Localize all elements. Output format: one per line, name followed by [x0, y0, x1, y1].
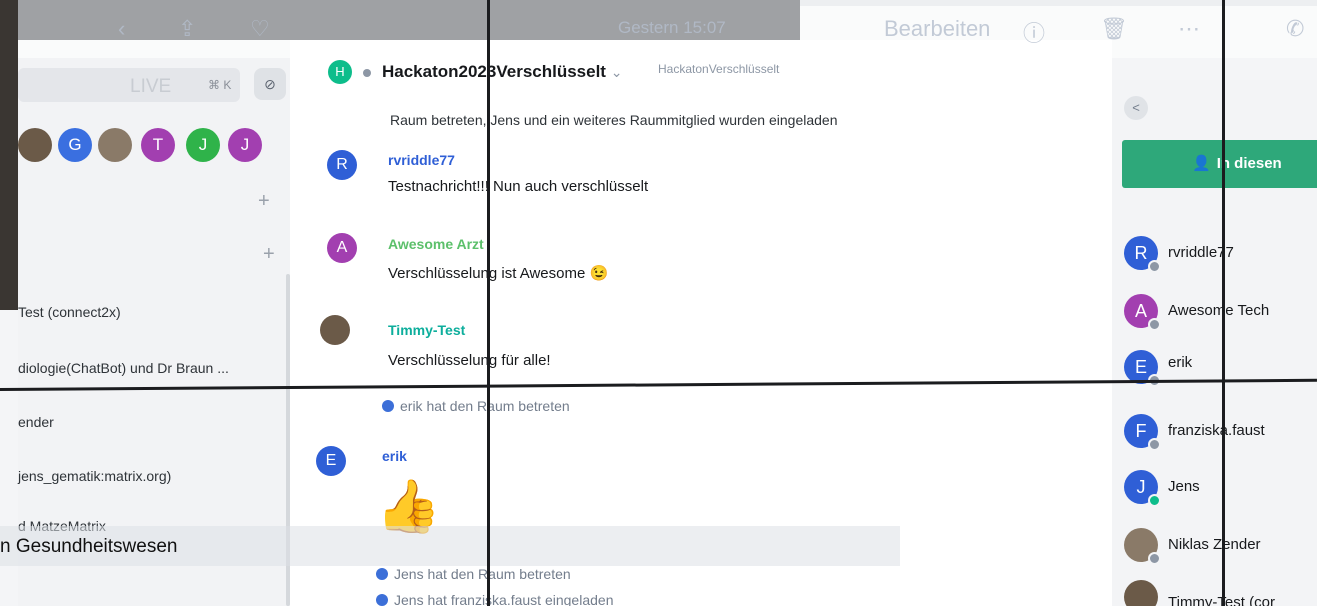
- member-item[interactable]: Niklas Zender: [1124, 528, 1317, 568]
- sender-name[interactable]: Timmy-Test: [388, 322, 465, 338]
- add-dm-icon[interactable]: +: [263, 243, 275, 266]
- encryption-shield-icon: [363, 69, 371, 77]
- room-list-item[interactable]: Test (connect2x): [18, 304, 121, 320]
- member-name: Awesome Tech: [1168, 302, 1270, 319]
- info-icon[interactable]: ⓘ: [1023, 16, 1045, 48]
- phone-icon[interactable]: ✆: [1286, 16, 1304, 42]
- member-item[interactable]: Timmy-Test (cor: [1124, 580, 1317, 606]
- avatar: [1124, 580, 1158, 606]
- back-chevron-icon[interactable]: ‹: [118, 16, 125, 42]
- room-timeline: H Hackaton2023Verschlüsselt ⌄ HackatonVe…: [290, 40, 1112, 606]
- room-list-item[interactable]: ender: [18, 414, 54, 430]
- space-avatar[interactable]: J: [186, 128, 220, 162]
- room-list-item[interactable]: diologie(ChatBot) und Dr Braun ...: [18, 360, 229, 376]
- member-item[interactable]: A Awesome Tech: [1124, 294, 1317, 334]
- explore-rooms-button[interactable]: ⊘: [254, 68, 286, 100]
- member-list-panel: < 👤 In diesen R rvriddle77 A Awesome Tech…: [1112, 80, 1317, 606]
- membership-summary: Raum betreten, Jens und ein weiteres Rau…: [390, 112, 838, 128]
- sender-name[interactable]: erik: [382, 448, 407, 464]
- sender-avatar[interactable]: A: [327, 233, 357, 263]
- room-topic: HackatonVerschlüsselt: [658, 62, 780, 76]
- member-name: franziska.faust: [1168, 422, 1265, 439]
- member-item[interactable]: E erik: [1124, 350, 1317, 390]
- sender-name[interactable]: rvriddle77: [388, 152, 455, 168]
- member-name: Niklas Zender: [1168, 536, 1261, 553]
- sender-avatar[interactable]: R: [327, 150, 357, 180]
- heart-icon[interactable]: ♡: [250, 16, 270, 42]
- search-bar[interactable]: LIVE ⌘ K: [18, 68, 240, 102]
- member-name: Jens: [1168, 478, 1200, 495]
- avatar: [376, 568, 388, 580]
- trash-icon[interactable]: 🗑: [1100, 16, 1128, 42]
- space-avatar[interactable]: J: [228, 128, 262, 162]
- room-avatar[interactable]: H: [328, 60, 352, 84]
- presence-icon: [1148, 494, 1161, 507]
- avatar: [382, 400, 394, 412]
- presence-icon: [1148, 260, 1161, 273]
- screen: LIVE ⌘ K ⊘ G T J J + + Test (connect2x) …: [0, 0, 1317, 606]
- photo-timestamp: Gestern 15:07: [618, 18, 726, 37]
- space-avatar[interactable]: [18, 128, 52, 162]
- message-body: Verschlüsselung für alle!: [388, 352, 551, 369]
- presence-icon: [1148, 438, 1161, 451]
- room-list-sidebar: LIVE ⌘ K ⊘ G T J J + + Test (connect2x) …: [18, 58, 290, 606]
- display-bezel: [1222, 0, 1225, 606]
- sender-name[interactable]: Awesome Arzt: [388, 236, 484, 252]
- space-avatar[interactable]: [98, 128, 132, 162]
- member-name: erik: [1168, 354, 1193, 371]
- member-item[interactable]: F franziska.faust: [1124, 414, 1317, 454]
- more-icon[interactable]: ⋯: [1178, 16, 1200, 42]
- space-avatar[interactable]: G: [58, 128, 92, 162]
- room-title[interactable]: Hackaton2023Verschlüsselt ⌄: [382, 62, 622, 82]
- presence-icon: [1148, 552, 1161, 565]
- space-avatars: G T J J: [18, 128, 288, 166]
- photo-background-left: [0, 0, 18, 310]
- compass-icon: ⊘: [264, 76, 276, 92]
- membership-event: Jens hat den Raum betreten: [376, 566, 571, 582]
- keyboard-shortcut: ⌘ K: [208, 78, 232, 92]
- share-icon[interactable]: ⇪: [178, 16, 196, 42]
- display-bezel: [487, 0, 490, 606]
- member-item[interactable]: J Jens: [1124, 470, 1317, 510]
- sender-avatar[interactable]: [320, 315, 350, 345]
- invite-button[interactable]: 👤 In diesen: [1122, 140, 1317, 188]
- presence-icon: [1148, 318, 1161, 331]
- space-avatar[interactable]: T: [141, 128, 175, 162]
- edit-button[interactable]: Bearbeiten: [884, 16, 990, 42]
- add-user-icon: 👤: [1192, 155, 1211, 172]
- avatar: [376, 594, 388, 606]
- message-body: Testnachricht!!! Nun auch verschlüsselt: [388, 178, 649, 195]
- membership-event: Jens hat franziska.faust eingeladen: [376, 592, 613, 606]
- overlay-caption: n Gesundheitswesen: [0, 536, 178, 557]
- back-button[interactable]: <: [1124, 96, 1148, 120]
- chevron-down-icon: ⌄: [610, 64, 623, 80]
- live-hint: LIVE: [130, 76, 172, 97]
- member-item[interactable]: R rvriddle77: [1124, 236, 1317, 276]
- membership-event: erik hat den Raum betreten: [382, 398, 570, 414]
- ios-toolbar: ‹ ⇪ ♡ Gestern 15:07 Bearbeiten ⓘ 🗑 ⋯ ✆: [18, 0, 1317, 58]
- add-room-icon[interactable]: +: [258, 190, 270, 213]
- message-body: Verschlüsselung ist Awesome 😉: [388, 265, 609, 282]
- room-list-item[interactable]: jens_gematik:matrix.org): [18, 468, 171, 484]
- sender-avatar[interactable]: E: [316, 446, 346, 476]
